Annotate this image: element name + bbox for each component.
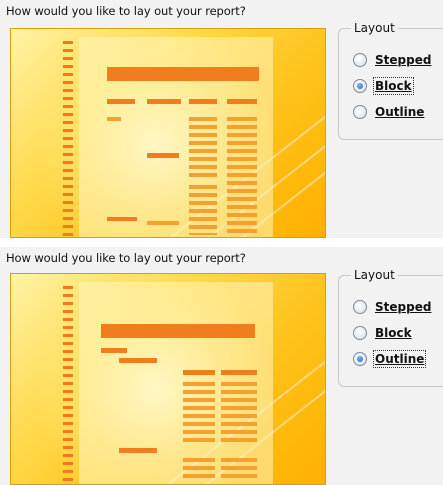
layout-panel-outline: How would you like to lay out your repor… xyxy=(0,247,443,485)
layout-group-title: Layout xyxy=(351,21,398,35)
layout-prompt: How would you like to lay out your repor… xyxy=(6,251,246,265)
layout-prompt: How would you like to lay out your repor… xyxy=(6,4,246,18)
radio-button-icon[interactable] xyxy=(353,326,367,340)
radio-button-selected-icon[interactable] xyxy=(353,352,367,366)
radio-stepped[interactable]: Stepped xyxy=(353,298,431,316)
layout-panel-block: How would you like to lay out your repor… xyxy=(0,0,443,238)
radio-outline-label[interactable]: Outline xyxy=(375,105,424,119)
radio-button-icon[interactable] xyxy=(353,105,367,119)
radio-outline[interactable]: Outline xyxy=(353,350,427,368)
report-page-thumbnail xyxy=(79,282,273,484)
radio-stepped-label[interactable]: Stepped xyxy=(375,53,431,67)
layout-preview-outline xyxy=(10,273,326,485)
radio-block-label[interactable]: Block xyxy=(373,77,414,95)
radio-outline[interactable]: Outline xyxy=(353,103,424,121)
radio-block[interactable]: Block xyxy=(353,77,414,95)
layout-preview-block xyxy=(10,28,326,238)
binding-edge-icon xyxy=(63,41,73,237)
radio-button-selected-icon[interactable] xyxy=(353,79,367,93)
layout-option-group: Layout Stepped Block Outline xyxy=(338,268,443,387)
radio-block-label[interactable]: Block xyxy=(375,326,412,340)
radio-stepped-label[interactable]: Stepped xyxy=(375,300,431,314)
radio-stepped[interactable]: Stepped xyxy=(353,51,431,69)
binding-edge-icon xyxy=(63,286,73,482)
report-page-thumbnail xyxy=(79,37,273,237)
layout-group-title: Layout xyxy=(351,268,398,282)
layout-option-group: Layout Stepped Block Outline xyxy=(338,21,443,140)
radio-block[interactable]: Block xyxy=(353,324,412,342)
radio-button-icon[interactable] xyxy=(353,300,367,314)
radio-outline-label[interactable]: Outline xyxy=(372,350,427,368)
radio-button-icon[interactable] xyxy=(353,53,367,67)
